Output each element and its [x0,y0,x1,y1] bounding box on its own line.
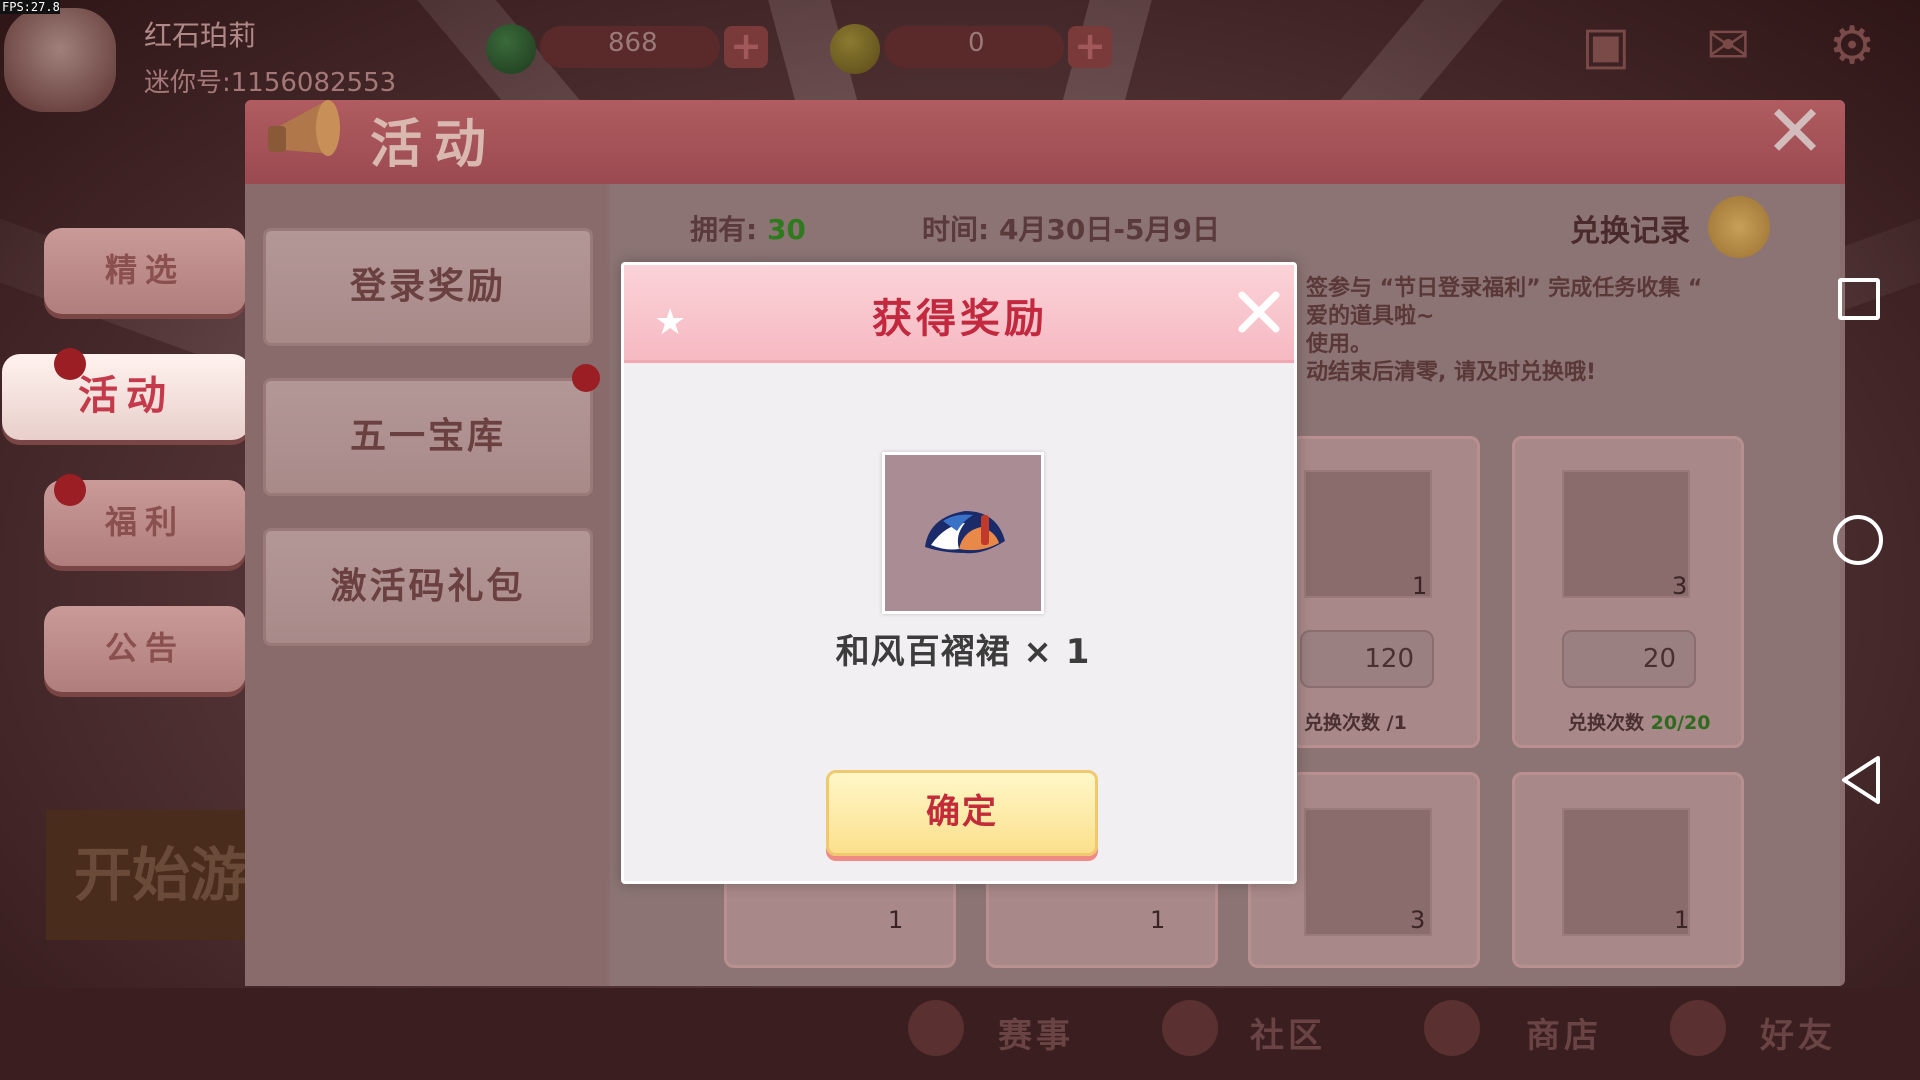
fps-counter: FPS:27.8 [0,0,60,14]
community-icon[interactable] [1162,1000,1218,1056]
item-quantity: 3 [1672,572,1688,600]
menu-activation-code[interactable]: 激活码礼包 [263,528,593,646]
notification-dot [572,364,600,392]
gear-icon[interactable]: ⚙ [1820,16,1884,76]
menu-may-day-treasury[interactable]: 五一宝库 [263,378,593,496]
reward-item-name: 和风百褶裙 × 1 [835,632,1091,672]
item-quantity: 1 [888,906,904,934]
star-icon: ★ [654,302,687,343]
home-icon[interactable] [1833,515,1883,565]
tab-activity[interactable]: 活动 [2,354,250,440]
gem-value: 868 [608,28,658,58]
exchange-record-link[interactable]: 兑换记录 [1570,206,1690,250]
nav-events[interactable]: 赛事 [998,1008,1074,1057]
exchange-count-value: /1 [1386,712,1407,734]
back-icon[interactable] [1838,754,1884,806]
owned-value: 30 [766,213,806,246]
start-game-button[interactable]: 开始游 [46,810,246,940]
exchange-count-value: 20/20 [1650,712,1711,734]
add-coins-button[interactable]: + [1068,26,1112,68]
panel-close-icon[interactable]: ✕ [1760,95,1830,168]
item-quantity: 3 [1410,906,1426,934]
coin-value: 0 [968,28,985,58]
exchange-count: 兑换次数 /1 [1304,708,1407,735]
tab-featured[interactable]: 精选 [44,228,246,314]
nav-friends[interactable]: 好友 [1760,1008,1836,1057]
event-time: 时间: 4月30日-5月9日 [922,213,1220,246]
exchange-count-label: 兑换次数 [1568,712,1645,734]
trophy-icon[interactable] [908,1000,964,1056]
pleated-skirt-icon [925,511,1005,554]
coin-icon [830,24,880,74]
nav-community[interactable]: 社区 [1250,1008,1326,1057]
megaphone-icon [268,100,340,156]
gem-icon [486,24,536,74]
tab-announcement[interactable]: 公告 [44,606,246,692]
player-name: 红石珀莉 [144,19,257,52]
add-gems-button[interactable]: + [724,26,768,68]
notification-dot [54,348,86,380]
cost-button[interactable]: 120 [1300,630,1434,688]
owned-count: 拥有: 30 [690,208,806,248]
menu-login-reward[interactable]: 登录奖励 [263,228,593,346]
recent-apps-icon[interactable] [1838,278,1880,320]
cart-icon[interactable] [1424,1000,1480,1056]
item-quantity: 1 [1150,906,1166,934]
aviator-pet-item-image [1562,470,1690,598]
close-icon[interactable] [1232,285,1286,339]
reward-dialog-title: 获得奖励 [872,296,1048,342]
list-icon[interactable] [1708,196,1770,258]
gift-icon[interactable]: ▣ [1574,16,1638,76]
notification-dot [54,474,86,506]
owned-label: 拥有: [690,213,758,246]
friends-icon[interactable] [1670,1000,1726,1056]
mail-icon[interactable]: ✉ [1696,16,1760,76]
exchange-count-label: 兑换次数 [1304,712,1381,734]
confirm-button[interactable]: 确定 [826,770,1098,856]
description-line: 动结束后清零, 请及时兑换哦! [1306,360,1597,385]
exchange-count: 兑换次数 20/20 [1568,708,1710,735]
nav-shop[interactable]: 商店 [1526,1008,1602,1057]
item-quantity: 1 [1674,906,1690,934]
item-quantity: 1 [1412,572,1428,600]
reward-item-slot [882,452,1044,614]
skirt-item-image [1562,808,1690,936]
panel-title: 活动 [370,115,499,175]
player-avatar[interactable] [4,8,116,112]
cost-button[interactable]: 20 [1562,630,1696,688]
